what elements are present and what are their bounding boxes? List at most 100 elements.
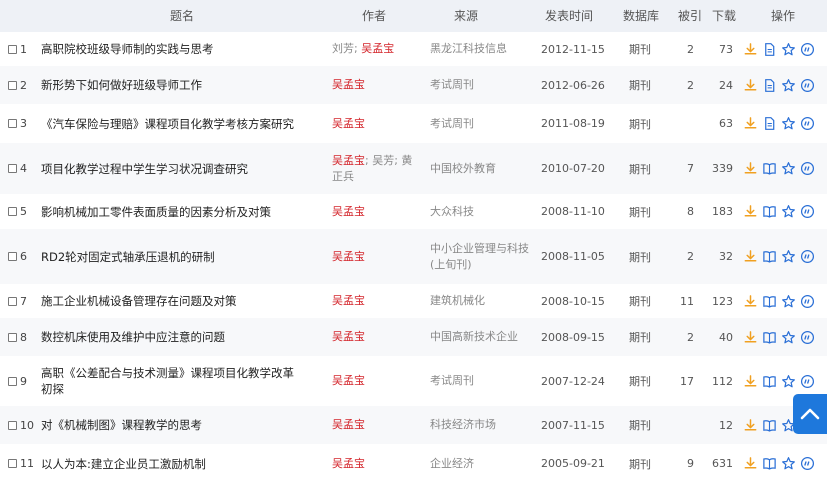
row-checkbox[interactable] xyxy=(8,207,17,216)
source-link[interactable]: 企业经济 xyxy=(430,456,474,472)
quote-icon[interactable] xyxy=(800,456,815,471)
download-icon[interactable] xyxy=(743,456,758,471)
row-checkbox[interactable] xyxy=(8,252,17,261)
book-icon[interactable] xyxy=(762,161,777,176)
download-icon[interactable] xyxy=(743,204,758,219)
star-icon[interactable] xyxy=(781,42,796,57)
book-icon[interactable] xyxy=(762,456,777,471)
star-icon[interactable] xyxy=(781,374,796,389)
star-icon[interactable] xyxy=(781,116,796,131)
header-cite[interactable]: 被引 xyxy=(678,0,702,32)
cite-count[interactable]: 7 xyxy=(664,143,694,194)
download-icon[interactable] xyxy=(743,78,758,93)
star-icon[interactable] xyxy=(781,330,796,345)
book-icon[interactable] xyxy=(762,249,777,264)
download-icon[interactable] xyxy=(743,374,758,389)
author-name[interactable]: 吴孟宝 xyxy=(332,374,365,387)
source-link[interactable]: 建筑机械化 xyxy=(430,293,485,309)
quote-icon[interactable] xyxy=(800,374,815,389)
source-link[interactable]: 考试周刊 xyxy=(430,116,474,132)
document-icon[interactable] xyxy=(762,116,777,131)
author-name[interactable]: 吴孟宝 xyxy=(332,418,365,431)
article-title-link[interactable]: 施工企业机械设备管理存在问题及对策 xyxy=(41,293,237,309)
quote-icon[interactable] xyxy=(800,204,815,219)
header-download[interactable]: 下载 xyxy=(712,0,736,32)
cite-count[interactable] xyxy=(664,406,694,444)
row-checkbox[interactable] xyxy=(8,459,17,468)
star-icon[interactable] xyxy=(781,294,796,309)
row-checkbox[interactable] xyxy=(8,44,17,54)
source-link[interactable]: 考试周刊 xyxy=(430,77,474,93)
header-db[interactable]: 数据库 xyxy=(623,0,659,32)
row-checkbox[interactable] xyxy=(8,376,17,386)
quote-icon[interactable] xyxy=(800,42,815,57)
article-title-link[interactable]: 高职院校班级导师制的实践与思考 xyxy=(41,41,214,57)
download-icon[interactable] xyxy=(743,42,758,57)
download-icon[interactable] xyxy=(743,418,758,433)
cite-count[interactable]: 8 xyxy=(664,194,694,229)
row-checkbox[interactable] xyxy=(8,332,17,342)
row-checkbox[interactable] xyxy=(8,80,17,90)
back-to-top-button[interactable] xyxy=(793,394,827,434)
author-name[interactable]: 吴孟宝 xyxy=(332,330,365,343)
cite-count[interactable]: 9 xyxy=(664,444,694,483)
book-icon[interactable] xyxy=(762,294,777,309)
book-icon[interactable] xyxy=(762,330,777,345)
cite-count[interactable]: 2 xyxy=(664,229,694,284)
quote-icon[interactable] xyxy=(800,294,815,309)
header-date[interactable]: 发表时间 xyxy=(545,0,593,32)
source-link[interactable]: 大众科技 xyxy=(430,204,474,220)
download-icon[interactable] xyxy=(743,249,758,264)
star-icon[interactable] xyxy=(781,161,796,176)
article-title-link[interactable]: 数控机床使用及维护中应注意的问题 xyxy=(41,329,225,345)
cite-count[interactable]: 2 xyxy=(664,66,694,104)
document-icon[interactable] xyxy=(762,78,777,93)
source-link[interactable]: 中小企业管理与科技 (上旬刊) xyxy=(430,241,529,273)
article-title-link[interactable]: 高职《公差配合与技术测量》课程项目化教学改革 初探 xyxy=(41,365,294,397)
download-icon[interactable] xyxy=(743,116,758,131)
article-title-link[interactable]: 《汽车保险与理赔》课程项目化教学考核方案研究 xyxy=(41,116,294,132)
cite-count[interactable]: 2 xyxy=(664,318,694,356)
document-icon[interactable] xyxy=(762,42,777,57)
author-name[interactable]: 吴孟宝 xyxy=(332,457,365,470)
article-title-link[interactable]: 新形势下如何做好班级导师工作 xyxy=(41,77,202,93)
source-link[interactable]: 黑龙江科技信息 xyxy=(430,41,507,57)
star-icon[interactable] xyxy=(781,78,796,93)
quote-icon[interactable] xyxy=(800,249,815,264)
author-name[interactable]: 吴孟宝 xyxy=(332,294,365,307)
author-name[interactable]: 吴孟宝 xyxy=(361,42,394,55)
book-icon[interactable] xyxy=(762,374,777,389)
row-checkbox[interactable] xyxy=(8,119,17,128)
download-icon[interactable] xyxy=(743,330,758,345)
article-title-link[interactable]: 影响机械加工零件表面质量的因素分析及对策 xyxy=(41,204,271,220)
star-icon[interactable] xyxy=(781,204,796,219)
row-checkbox[interactable] xyxy=(8,296,17,306)
cite-count[interactable] xyxy=(664,104,694,143)
book-icon[interactable] xyxy=(762,418,777,433)
download-icon[interactable] xyxy=(743,161,758,176)
author-name[interactable]: 吴孟宝 xyxy=(332,205,365,218)
star-icon[interactable] xyxy=(781,249,796,264)
source-link[interactable]: 中国校外教育 xyxy=(430,161,496,177)
cite-count[interactable]: 2 xyxy=(664,32,694,66)
article-title-link[interactable]: 以人为本:建立企业员工激励机制 xyxy=(41,456,206,472)
quote-icon[interactable] xyxy=(800,78,815,93)
quote-icon[interactable] xyxy=(800,161,815,176)
source-link[interactable]: 考试周刊 xyxy=(430,373,474,389)
quote-icon[interactable] xyxy=(800,116,815,131)
author-name[interactable]: 吴孟宝 xyxy=(332,78,365,91)
header-author[interactable]: 作者 xyxy=(362,0,386,32)
author-name[interactable]: 吴孟宝 xyxy=(332,117,365,130)
cite-count[interactable]: 17 xyxy=(664,356,694,406)
article-title-link[interactable]: RD2轮对固定式轴承压退机的研制 xyxy=(41,249,215,265)
author-name[interactable]: 吴孟宝 xyxy=(332,154,365,167)
star-icon[interactable] xyxy=(781,456,796,471)
article-title-link[interactable]: 对《机械制图》课程教学的思考 xyxy=(41,417,202,433)
book-icon[interactable] xyxy=(762,204,777,219)
cite-count[interactable]: 11 xyxy=(664,284,694,318)
row-checkbox[interactable] xyxy=(8,164,17,173)
author-name[interactable]: 吴孟宝 xyxy=(332,250,365,263)
source-link[interactable]: 中国高新技术企业 xyxy=(430,329,518,345)
header-title[interactable]: 题名 xyxy=(170,0,194,32)
row-checkbox[interactable] xyxy=(8,420,17,430)
